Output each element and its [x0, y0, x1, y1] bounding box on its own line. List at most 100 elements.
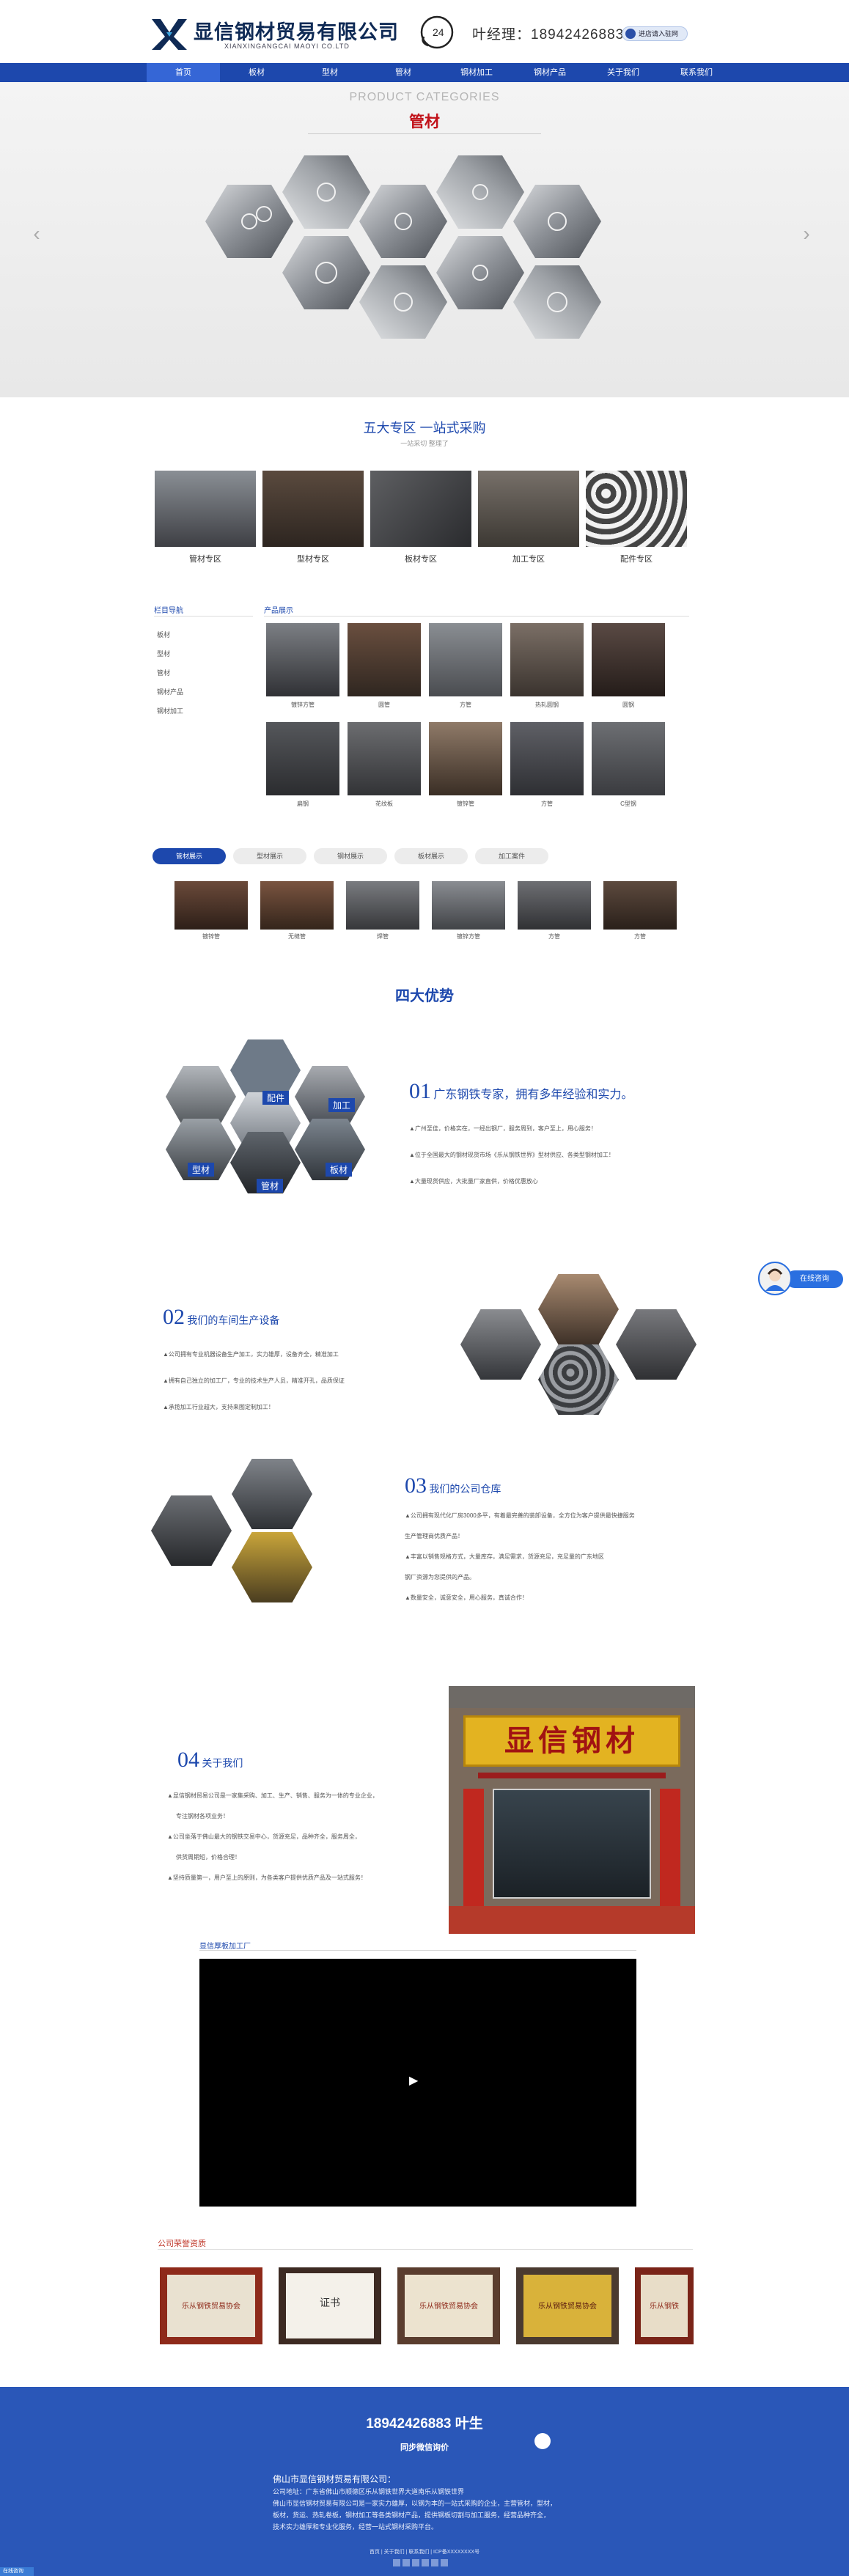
advantage4-title: 关于我们 — [202, 1757, 243, 1769]
shop-entry-button[interactable]: 进店请入驻网 — [622, 26, 688, 41]
hex-tile — [151, 1495, 232, 1566]
advantage1-title: 广东钢铁专家，拥有多年经验和实力。 — [433, 1089, 633, 1101]
nav-item-products[interactable]: 钢材产品 — [513, 63, 587, 82]
advantage1-line: ▲大量现货供应，大批量厂家直供，价格优惠放心 — [409, 1178, 538, 1185]
hex-tile — [166, 1066, 236, 1127]
product-card[interactable]: 花纹板 — [348, 722, 421, 808]
product-card[interactable]: 扁钢 — [266, 722, 339, 808]
tab-product-card[interactable]: 镀锌方管 — [432, 881, 505, 941]
product-card[interactable]: 镀锌方管 — [266, 623, 339, 709]
banner-next-arrow[interactable]: › — [799, 221, 814, 246]
footer-company-name: 佛山市显信钢材贸易有限公司： — [273, 2474, 397, 2484]
advantage3-line: 生产管理商优质产品！ — [405, 1533, 463, 1539]
tab-steel[interactable]: 钢材展示 — [314, 848, 387, 864]
product-image — [592, 722, 665, 795]
tab-plate[interactable]: 板材展示 — [394, 848, 468, 864]
product-card[interactable]: 热轧圆钢 — [510, 623, 584, 709]
hex-tile — [295, 1066, 365, 1127]
product-card[interactable]: 方管 — [510, 722, 584, 808]
certificate-card[interactable]: 乐从钢铁贸易协会 — [397, 2267, 500, 2344]
advantage3-heading: 03 我们的公司仓库 — [405, 1473, 501, 1498]
tab-product-label: 焊管 — [377, 933, 389, 940]
advantage3-hexagon-graphic — [151, 1459, 342, 1635]
sidebar-item-pipe[interactable]: 管材 — [157, 668, 170, 677]
nav-item-contact[interactable]: 联系我们 — [660, 63, 733, 82]
tab-product-image — [174, 881, 248, 930]
tab-product-image — [432, 881, 505, 930]
tab-product-label: 方管 — [548, 933, 560, 940]
tab-product-card[interactable]: 方管 — [518, 881, 591, 941]
zone-card-plate[interactable]: 板材专区 — [370, 471, 471, 564]
nav-item-plate[interactable]: 板材 — [220, 63, 293, 82]
advantage4-line: ▲坚持质量第一，用户至上的原则，为各类客户提供优质产品及一站式服务！ — [167, 1874, 367, 1881]
nav-item-processing[interactable]: 钢材加工 — [440, 63, 513, 82]
zone-label: 管材专区 — [189, 555, 221, 564]
nav-item-home[interactable]: 首页 — [147, 63, 220, 82]
honors-title: 公司荣誉资质 — [158, 2240, 206, 2248]
nav-item-section[interactable]: 型材 — [293, 63, 367, 82]
banner-pipe-hexagons — [205, 155, 601, 339]
advantage4-number: 04 — [177, 1748, 199, 1772]
hex-label-fittings: 配件 — [262, 1091, 290, 1105]
advantage1-heading: 01 广东钢铁专家，拥有多年经验和实力。 — [409, 1079, 633, 1104]
phone-number[interactable]: 叶经理：18942426883 — [472, 23, 624, 43]
footer-description: 板材，货运、热轧卷板，钢材加工等各类钢材产品，提供钢板切割与加工服务，经营品种齐… — [273, 2511, 551, 2519]
certificate-card[interactable]: 乐从钢铁贸易协会 — [160, 2267, 262, 2344]
tab-product-label: 镀锌方管 — [457, 933, 480, 940]
footer-links[interactable]: 首页 | 关于我们 | 联系我们 | ICP备XXXXXXXX号 — [0, 2548, 849, 2555]
shop-icon — [625, 29, 636, 39]
tab-section[interactable]: 型材展示 — [233, 848, 306, 864]
company-pinyin: XIANXINGANGCAI MAOYI CO.LTD — [224, 43, 350, 50]
online-consult-label[interactable]: 在线咨询 — [786, 1270, 843, 1288]
tab-processing[interactable]: 加工案件 — [475, 848, 548, 864]
product-card[interactable]: 镀锌管 — [429, 722, 502, 808]
advantage4-line: 供货周期短，价格合理！ — [176, 1854, 240, 1861]
advantage3-number: 03 — [405, 1473, 427, 1498]
bottom-consult-badge[interactable]: 在线咨询 — [0, 2567, 34, 2576]
zone-card-fittings[interactable]: 配件专区 — [586, 471, 687, 564]
shop-button-label: 进店请入驻网 — [639, 30, 679, 37]
main-nav: 首页 板材 型材 管材 钢材加工 钢材产品 关于我们 联系我们 — [0, 63, 849, 82]
tab-pipe[interactable]: 管材展示 — [152, 848, 226, 864]
tab-product-card[interactable]: 焊管 — [346, 881, 419, 941]
nav-item-about[interactable]: 关于我们 — [587, 63, 660, 82]
certificate-text: 乐从钢铁 — [641, 2275, 688, 2337]
storefront-door — [493, 1789, 651, 1899]
sidebar-item-plate[interactable]: 板材 — [157, 630, 170, 639]
online-consult-widget[interactable]: 在线咨询 — [758, 1262, 845, 1295]
product-card[interactable]: 圆钢 — [592, 623, 665, 709]
product-label: C型钢 — [620, 801, 636, 807]
certificate-card[interactable]: 乐从钢铁 — [635, 2267, 694, 2344]
product-card[interactable]: 圆管 — [348, 623, 421, 709]
certificate-text: 乐从钢铁贸易协会 — [167, 2275, 255, 2337]
sidebar-item-section[interactable]: 型材 — [157, 649, 170, 658]
zone-card-section[interactable]: 型材专区 — [262, 471, 364, 564]
product-label: 圆管 — [378, 702, 390, 708]
tab-product-card[interactable]: 方管 — [603, 881, 677, 941]
company-logo[interactable] — [150, 18, 188, 51]
sidebar-item-products[interactable]: 钢材产品 — [157, 687, 183, 696]
tab-product-label: 方管 — [634, 933, 646, 940]
video-player[interactable]: ▶ — [199, 1959, 636, 2207]
product-card[interactable]: C型钢 — [592, 722, 665, 808]
hex-tile — [616, 1309, 697, 1380]
tab-product-card[interactable]: 无缝管 — [260, 881, 334, 941]
hex-tile — [538, 1344, 619, 1415]
sidebar-item-processing[interactable]: 钢材加工 — [157, 706, 183, 715]
hex-label-section: 型材 — [188, 1163, 215, 1177]
banner-prev-arrow[interactable]: ‹ — [29, 221, 44, 246]
hex-tile — [232, 1532, 312, 1602]
product-label: 圆钢 — [622, 702, 634, 708]
play-icon[interactable]: ▶ — [409, 2073, 418, 2088]
tab-product-card[interactable]: 镀锌管 — [174, 881, 248, 941]
product-label: 花纹板 — [375, 801, 393, 807]
zone-card-pipe[interactable]: 管材专区 — [155, 471, 256, 564]
product-card[interactable]: 方管 — [429, 623, 502, 709]
footer-phone[interactable]: 18942426883 叶生 — [0, 2413, 849, 2432]
certificate-card[interactable]: 乐从钢铁贸易协会 — [516, 2267, 619, 2344]
zone-card-processing[interactable]: 加工专区 — [478, 471, 579, 564]
certificate-card[interactable]: 证书 — [279, 2267, 381, 2344]
product-label: 方管 — [541, 801, 553, 807]
advantage2-title: 我们的车间生产设备 — [187, 1314, 280, 1326]
nav-item-pipe[interactable]: 管材 — [367, 63, 440, 82]
